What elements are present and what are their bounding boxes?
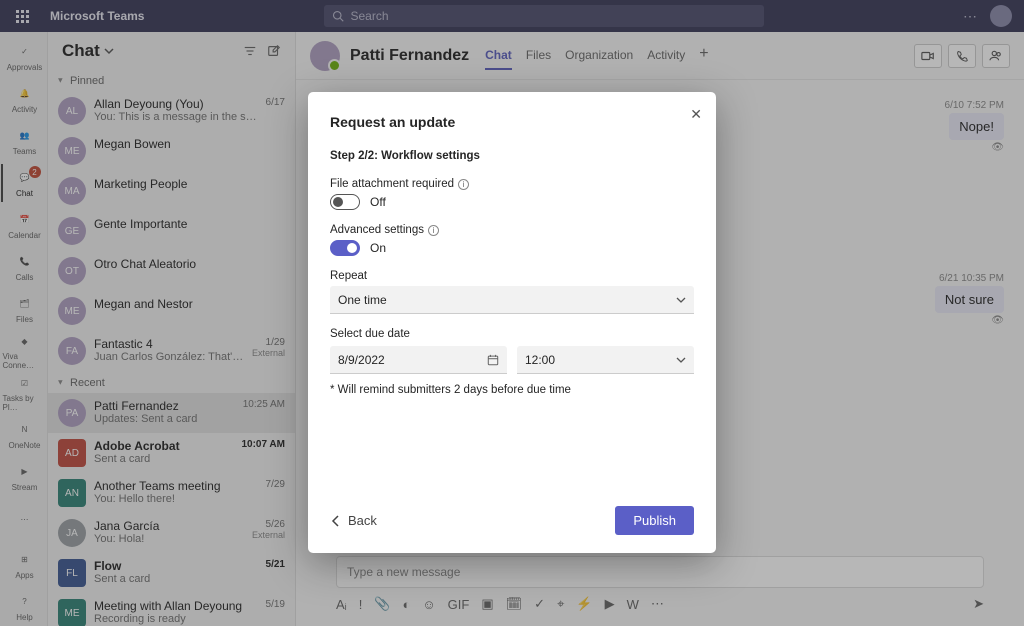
request-update-modal: ✕ Request an update Step 2/2: Workflow s… (308, 92, 716, 553)
chevron-down-icon (676, 295, 686, 305)
file-attachment-state: Off (370, 195, 386, 209)
modal-step: Step 2/2: Workflow settings (330, 150, 694, 162)
info-icon[interactable]: i (458, 179, 469, 190)
repeat-label: Repeat (330, 270, 694, 282)
reminder-note: * Will remind submitters 2 days before d… (330, 384, 694, 396)
chevron-left-icon (330, 515, 342, 527)
due-time-select[interactable]: 12:00 (517, 346, 694, 374)
app-root: Microsoft Teams Search ⋯ ✓Approvals🔔Acti… (0, 0, 1024, 626)
file-attachment-label: File attachment required i (330, 178, 694, 190)
back-button[interactable]: Back (330, 513, 377, 528)
advanced-settings-state: On (370, 241, 386, 255)
due-date-input[interactable]: 8/9/2022 (330, 346, 507, 374)
modal-title: Request an update (330, 114, 694, 130)
file-attachment-toggle[interactable] (330, 194, 360, 210)
info-icon[interactable]: i (428, 225, 439, 236)
advanced-settings-toggle[interactable] (330, 240, 360, 256)
publish-button[interactable]: Publish (615, 506, 694, 535)
advanced-settings-label: Advanced settings i (330, 224, 694, 236)
modal-overlay: ✕ Request an update Step 2/2: Workflow s… (0, 0, 1024, 626)
repeat-select[interactable]: One time (330, 286, 694, 314)
due-date-label: Select due date (330, 328, 694, 340)
calendar-icon (487, 354, 499, 366)
chevron-down-icon (676, 355, 686, 365)
close-icon[interactable]: ✕ (690, 106, 702, 123)
